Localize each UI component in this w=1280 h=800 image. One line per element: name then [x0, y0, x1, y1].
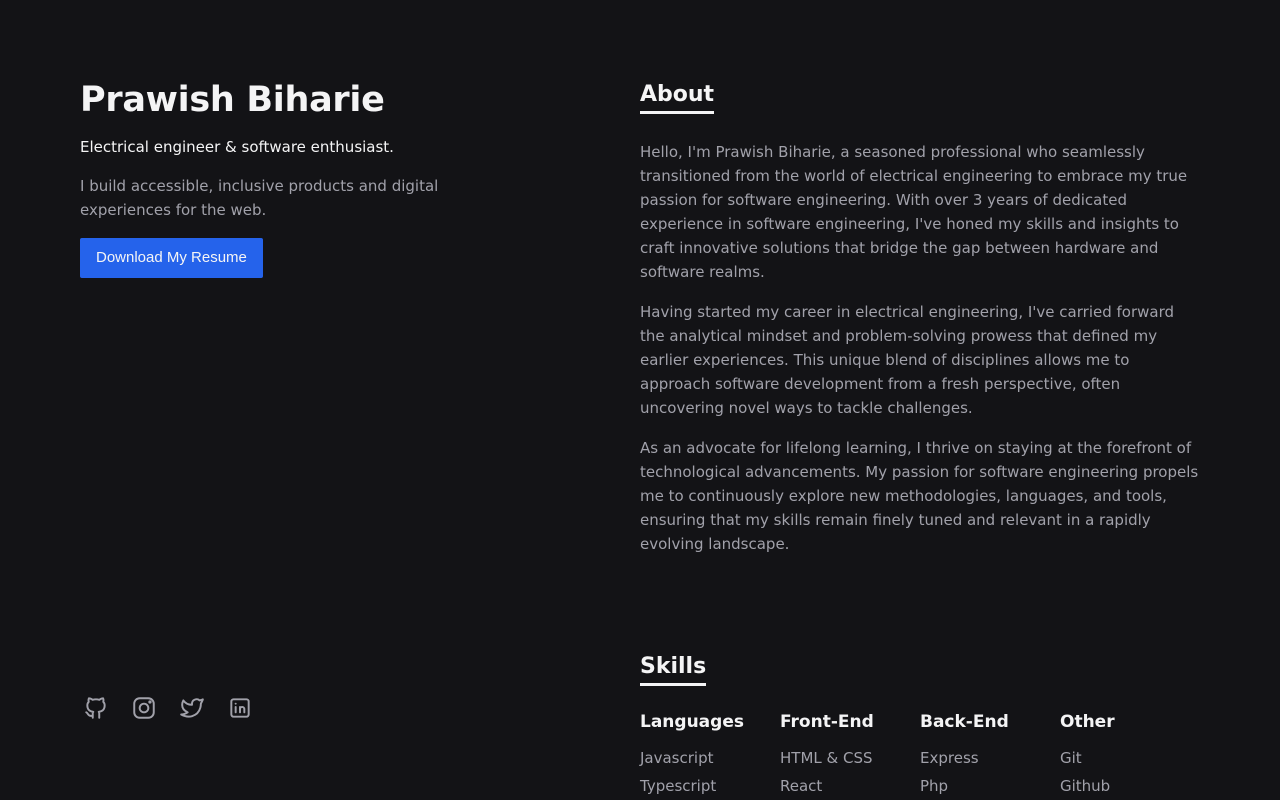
skill-item: Git	[1060, 749, 1082, 767]
skill-column-languages: Languages Javascript Typescript	[640, 710, 780, 800]
hero-section: Prawish Biharie Electrical engineer & so…	[80, 76, 500, 278]
download-resume-button[interactable]: Download My Resume	[80, 238, 263, 278]
linkedin-link[interactable]	[226, 694, 254, 722]
about-paragraph: Hello, I'm Prawish Biharie, a seasoned p…	[640, 143, 1188, 281]
instagram-link[interactable]	[130, 694, 158, 722]
github-icon	[85, 697, 106, 719]
linkedin-icon	[230, 698, 250, 718]
about-section: About Hello, I'm Prawish Biharie, a seas…	[640, 80, 1200, 572]
social-links	[82, 694, 254, 722]
skill-heading: Front-End	[780, 712, 874, 732]
instagram-icon	[133, 697, 155, 719]
skill-item: HTML & CSS	[780, 749, 873, 767]
about-content: Hello, I'm Prawish Biharie, a seasoned p…	[640, 140, 1200, 556]
about-paragraph: As an advocate for lifelong learning, I …	[640, 439, 1199, 553]
about-title: About	[640, 80, 715, 114]
hero-intro: I build accessible, inclusive products a…	[80, 177, 439, 219]
skills-section: Skills Languages Javascript Typescript F…	[640, 652, 1200, 800]
skill-item: Typescript	[640, 777, 717, 795]
about-paragraph: Having started my career in electrical e…	[640, 303, 1175, 417]
skill-item: Github	[1060, 777, 1111, 795]
portfolio-page: Prawish Biharie Electrical engineer & so…	[0, 0, 1280, 800]
skill-item: React	[780, 777, 823, 795]
skill-column-front-end: Front-End HTML & CSS React	[780, 710, 920, 800]
github-link[interactable]	[82, 694, 110, 722]
skill-item: Php	[920, 777, 949, 795]
skills-grid: Languages Javascript Typescript Front-En…	[640, 710, 1200, 800]
twitter-icon	[180, 698, 204, 718]
skill-heading: Back-End	[920, 712, 1009, 732]
hero-tagline: Electrical engineer & software enthusias…	[80, 138, 394, 156]
twitter-link[interactable]	[178, 694, 206, 722]
skill-column-back-end: Back-End Express Php	[920, 710, 1060, 800]
skill-column-other: Other Git Github	[1060, 710, 1200, 800]
skills-title: Skills	[640, 652, 707, 686]
skill-heading: Languages	[640, 712, 744, 732]
skill-heading: Other	[1060, 712, 1115, 732]
skill-item: Express	[920, 749, 979, 767]
skill-item: Javascript	[640, 749, 714, 767]
hero-name: Prawish Biharie	[80, 80, 385, 120]
